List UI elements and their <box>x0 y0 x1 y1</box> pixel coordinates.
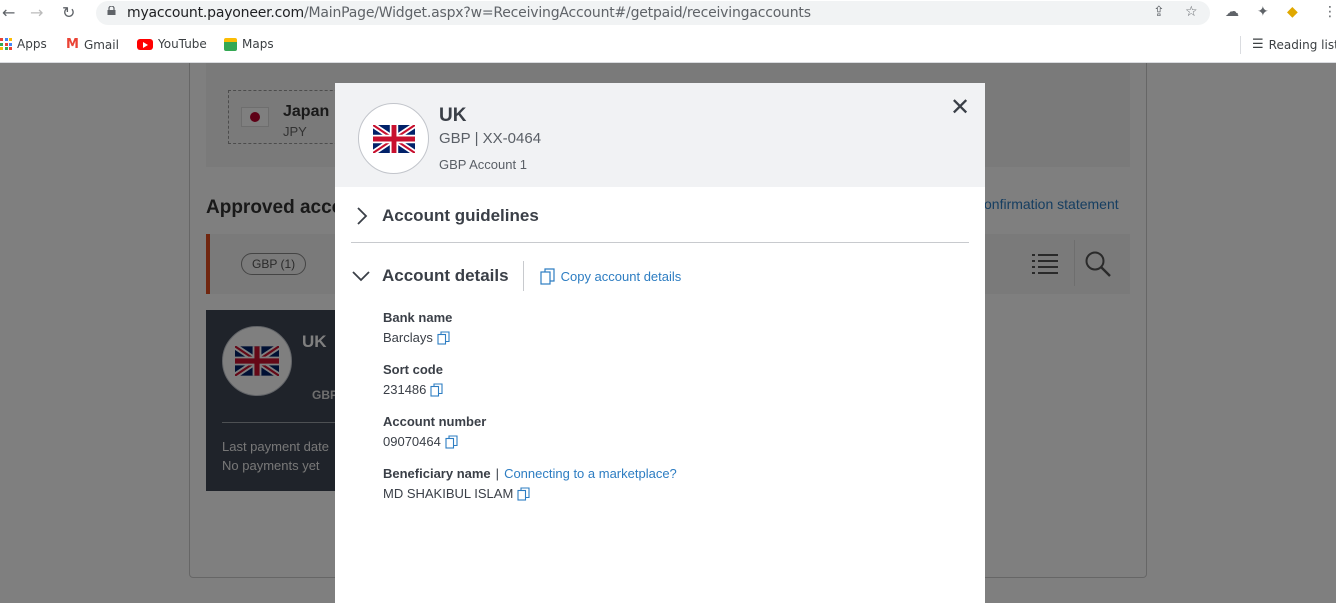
chevron-down-icon[interactable] <box>351 266 371 286</box>
bookmark-maps[interactable]: Maps <box>224 37 274 51</box>
extension-cloud-icon[interactable]: ☁ <box>1225 4 1239 20</box>
forward-icon[interactable]: → <box>30 3 43 23</box>
sort-code-value: 231486 <box>383 382 443 397</box>
copy-icon[interactable] <box>430 382 443 397</box>
bookmark-label: YouTube <box>158 37 207 51</box>
bookmark-youtube[interactable]: YouTube <box>137 37 207 51</box>
modal-currency: GBP <box>439 130 471 147</box>
modal-header: UK GBP | XX-0464 GBP Account 1 ✕ <box>335 83 985 187</box>
reload-icon[interactable]: ↻ <box>62 3 75 23</box>
section-divider <box>351 242 969 243</box>
bookmark-label: Gmail <box>83 37 119 52</box>
apps-grid-icon <box>0 38 12 50</box>
account-details-modal: UK GBP | XX-0464 GBP Account 1 ✕ Account… <box>335 83 985 603</box>
account-number-text: 09070464 <box>383 434 441 449</box>
puzzle-icon[interactable]: ✦ <box>1257 4 1269 20</box>
modal-flag-badge <box>358 103 429 174</box>
sort-code-text: 231486 <box>383 382 427 397</box>
url-host: myaccount.payoneer.com <box>127 5 304 21</box>
beneficiary-separator: | <box>495 466 500 481</box>
browser-toolbar: ← → ↻ myaccount.payoneer.com/MainPage/Wi… <box>0 0 1336 27</box>
beneficiary-value: MD SHAKIBUL ISLAM <box>383 486 530 501</box>
menu-dots-icon[interactable]: ⋮ <box>1323 4 1336 20</box>
copy-account-details-label: Copy account details <box>560 268 682 284</box>
bookmark-label: Maps <box>242 37 274 51</box>
youtube-icon <box>137 38 153 50</box>
url-path: /MainPage/Widget.aspx?w=ReceivingAccount… <box>304 5 811 21</box>
bookmark-divider <box>1240 36 1241 54</box>
copy-icon <box>539 267 555 285</box>
reading-list-label: Reading list <box>1268 37 1336 52</box>
bank-name-value: Barclays <box>383 330 450 345</box>
close-button[interactable]: ✕ <box>950 94 970 120</box>
url-text[interactable]: myaccount.payoneer.com/MainPage/Widget.a… <box>127 5 811 21</box>
modal-currency-line: GBP | XX-0464 <box>439 130 541 147</box>
copy-icon[interactable] <box>437 330 450 345</box>
beneficiary-text: MD SHAKIBUL ISLAM <box>383 486 514 501</box>
header-divider <box>522 261 524 291</box>
lock-icon[interactable] <box>107 6 116 15</box>
bank-name-text: Barclays <box>383 330 433 345</box>
copy-icon[interactable] <box>445 434 458 449</box>
bookmark-label: Apps <box>17 37 47 51</box>
account-details-header: Account details Copy account details <box>351 261 969 291</box>
bookmark-apps[interactable]: Apps <box>0 37 47 51</box>
bookmarks-bar: Apps M Gmail YouTube Maps ☰ Reading list <box>0 27 1336 63</box>
maps-icon <box>224 37 237 51</box>
gmail-icon: M <box>66 37 79 52</box>
modal-separator: | <box>474 130 479 147</box>
copy-icon[interactable] <box>517 486 530 501</box>
reading-list-button[interactable]: ☰ Reading list <box>1252 37 1336 52</box>
modal-masked-account: XX-0464 <box>482 130 542 147</box>
account-guidelines-toggle[interactable]: Account guidelines <box>351 202 969 230</box>
modal-account-name: GBP Account 1 <box>439 157 527 172</box>
chevron-right-icon <box>357 207 368 225</box>
bookmark-gmail[interactable]: M Gmail <box>66 37 119 52</box>
copy-account-details-button[interactable]: Copy account details <box>539 267 682 285</box>
profile-icon[interactable]: ◆ <box>1287 4 1298 20</box>
back-icon[interactable]: ← <box>2 3 15 23</box>
account-number-label: Account number <box>383 414 487 429</box>
modal-country: UK <box>439 105 467 126</box>
account-number-value: 09070464 <box>383 434 458 449</box>
beneficiary-label: Beneficiary name <box>383 466 491 481</box>
beneficiary-label-row: Beneficiary name | Connecting to a marketp… <box>383 466 677 481</box>
star-icon[interactable]: ☆ <box>1185 4 1198 20</box>
account-details-title[interactable]: Account details <box>382 266 509 286</box>
marketplace-link[interactable]: Connecting to a marketplace? <box>504 466 677 481</box>
sort-code-label: Sort code <box>383 362 443 377</box>
account-guidelines-title: Account guidelines <box>382 206 539 225</box>
bank-name-label: Bank name <box>383 310 453 325</box>
share-icon[interactable]: ⇪ <box>1153 4 1165 20</box>
uk-flag-icon <box>372 124 415 153</box>
reading-list-icon: ☰ <box>1252 37 1264 52</box>
